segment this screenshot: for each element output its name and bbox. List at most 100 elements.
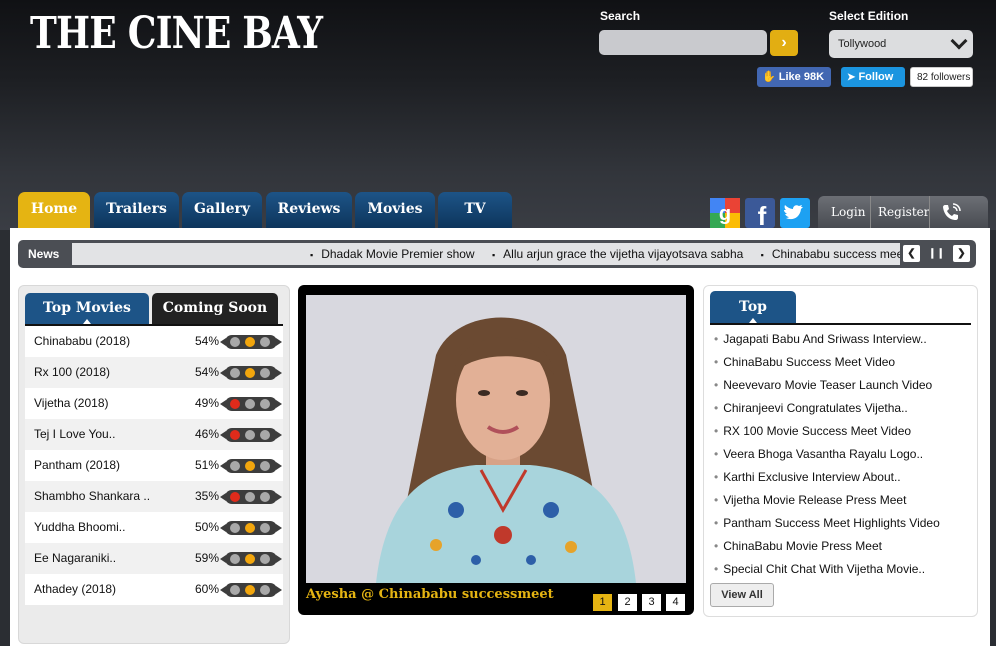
news-item[interactable]: Dhadak Movie Premier show xyxy=(310,247,475,261)
tab-tv[interactable]: TV xyxy=(438,192,512,228)
chevron-down-icon xyxy=(950,32,968,50)
news-ticker: Dhadak Movie Premier show Allu arjun gra… xyxy=(72,243,900,265)
traffic-light-icon xyxy=(220,335,282,349)
movie-rating: 59% xyxy=(195,551,220,565)
slider-page-button[interactable]: 1 xyxy=(593,594,612,611)
traffic-light-icon xyxy=(220,583,282,597)
featured-photo[interactable] xyxy=(306,295,686,583)
ticker-prev-button[interactable]: ❮ xyxy=(903,245,920,262)
traffic-light-icon xyxy=(220,552,282,566)
movie-row[interactable]: Vijetha (2018) 49% xyxy=(25,388,283,419)
movie-title[interactable]: Tej I Love You.. xyxy=(34,419,115,450)
story-item[interactable]: Karthi Exclusive Interview About.. xyxy=(714,469,940,492)
facebook-icon[interactable]: f xyxy=(745,198,775,231)
news-ticker-bar: News Dhadak Movie Premier show Allu arju… xyxy=(18,240,976,268)
traffic-light-icon xyxy=(220,397,282,411)
top-stories-panel: Top Stories Jagapati Babu And Sriwass In… xyxy=(703,285,978,617)
register-link[interactable]: Register xyxy=(878,196,929,228)
rating-bulb xyxy=(230,523,240,533)
story-item[interactable]: Pantham Success Meet Highlights Video xyxy=(714,515,940,538)
tab-reviews[interactable]: Reviews xyxy=(266,192,352,228)
svg-text:f: f xyxy=(758,201,767,228)
featured-caption[interactable]: Ayesha @ Chinababu successmeet xyxy=(306,587,554,602)
site-logo[interactable]: The Cine Bay xyxy=(30,8,323,59)
rating-bulb xyxy=(230,337,240,347)
movie-rating: 60% xyxy=(195,582,220,596)
news-item[interactable]: Allu arjun grace the vijetha vijayotsava… xyxy=(492,247,743,261)
movie-rating: 51% xyxy=(195,458,220,472)
movie-row[interactable]: Tej I Love You.. 46% xyxy=(25,419,283,450)
movie-rating: 54% xyxy=(195,334,220,348)
tab-trailers[interactable]: Trailers xyxy=(94,192,179,228)
movie-title[interactable]: Pantham (2018) xyxy=(34,450,120,481)
story-item[interactable]: Special Chit Chat With Vijetha Movie.. xyxy=(714,561,940,584)
story-item[interactable]: RX 100 Movie Success Meet Video xyxy=(714,423,940,446)
twitter-icon[interactable] xyxy=(780,198,810,228)
view-all-button[interactable]: View All xyxy=(710,583,774,607)
edition-label: Select Edition xyxy=(829,9,909,23)
story-item[interactable]: Chiranjeevi Congratulates Vijetha.. xyxy=(714,400,940,423)
ticker-pause-button[interactable]: ❙❙ xyxy=(928,245,945,262)
movie-rating: 35% xyxy=(195,489,220,503)
traffic-light-icon xyxy=(220,490,282,504)
account-bar: Login Register xyxy=(818,196,988,228)
story-item[interactable]: Neevevaro Movie Teaser Launch Video xyxy=(714,377,940,400)
story-item[interactable]: ChinaBabu Movie Press Meet xyxy=(714,538,940,561)
movie-title[interactable]: Ee Nagaraniki.. xyxy=(34,543,116,574)
movie-row[interactable]: Rx 100 (2018) 54% xyxy=(25,357,283,388)
movie-row[interactable]: Chinababu (2018) 54% xyxy=(25,326,283,357)
edition-select[interactable]: Tollywood xyxy=(829,30,973,58)
facebook-like-button[interactable]: ✋ Like 98K xyxy=(757,67,831,87)
movie-title[interactable]: Chinababu (2018) xyxy=(34,326,130,357)
story-list: Jagapati Babu And Sriwass Interview..Chi… xyxy=(714,331,940,584)
follow-label: Follow xyxy=(858,71,894,83)
movie-row[interactable]: Yuddha Bhoomi.. 50% xyxy=(25,512,283,543)
rating-bulb xyxy=(260,337,270,347)
story-item[interactable]: Veera Bhoga Vasantha Rayalu Logo.. xyxy=(714,446,940,469)
search-label: Search xyxy=(600,9,641,23)
movie-row[interactable]: Pantham (2018) 51% xyxy=(25,450,283,481)
news-label: News xyxy=(28,247,60,261)
story-item[interactable]: Jagapati Babu And Sriwass Interview.. xyxy=(714,331,940,354)
twitter-bird-icon: ➤ xyxy=(847,72,856,83)
movie-title[interactable]: Shambho Shankara .. xyxy=(34,481,150,512)
search-submit-button[interactable]: › xyxy=(770,30,798,56)
tab-top-movies[interactable]: Top Movies xyxy=(25,293,149,324)
tab-gallery[interactable]: Gallery xyxy=(182,192,262,228)
google-plus-icon[interactable]: g xyxy=(710,198,740,228)
rating-bulb xyxy=(245,523,255,533)
rating-bulb xyxy=(245,337,255,347)
rating-bulb xyxy=(245,585,255,595)
slider-page-button[interactable]: 3 xyxy=(642,594,661,611)
movie-row[interactable]: Ee Nagaraniki.. 59% xyxy=(25,543,283,574)
story-item[interactable]: Vijetha Movie Release Press Meet xyxy=(714,492,940,515)
movie-title[interactable]: Yuddha Bhoomi.. xyxy=(34,512,125,543)
top-stories-tab[interactable]: Top Stories xyxy=(710,291,796,347)
movie-row[interactable]: Shambho Shankara .. 35% xyxy=(25,481,283,512)
tab-movies[interactable]: Movies xyxy=(355,192,435,228)
rating-bulb xyxy=(260,554,270,564)
phone-icon[interactable] xyxy=(940,196,962,228)
like-label: Like 98K xyxy=(778,71,825,83)
featured-slider: Ayesha @ Chinababu successmeet 1 2 3 4 xyxy=(298,285,694,615)
login-link[interactable]: Login xyxy=(831,196,865,228)
twitter-follow-button[interactable]: ➤ Follow xyxy=(841,67,905,87)
tab-coming-soon[interactable]: Coming Soon xyxy=(152,293,278,324)
rating-bulb xyxy=(260,368,270,378)
rating-bulb xyxy=(230,399,240,409)
movie-row[interactable]: Athadey (2018) 60% xyxy=(25,574,283,605)
ticker-next-button[interactable]: ❯ xyxy=(953,245,970,262)
traffic-light-icon xyxy=(220,428,282,442)
movie-title[interactable]: Athadey (2018) xyxy=(34,574,116,605)
story-item[interactable]: ChinaBabu Success Meet Video xyxy=(714,354,940,377)
traffic-light-icon xyxy=(220,521,282,535)
search-input[interactable] xyxy=(599,30,767,55)
movie-title[interactable]: Rx 100 (2018) xyxy=(34,357,110,388)
rating-bulb xyxy=(245,461,255,471)
slider-page-button[interactable]: 2 xyxy=(618,594,637,611)
tab-home[interactable]: Home xyxy=(18,192,90,228)
slider-page-button[interactable]: 4 xyxy=(666,594,685,611)
movie-title[interactable]: Vijetha (2018) xyxy=(34,388,109,419)
movie-rating: 50% xyxy=(195,520,220,534)
news-item[interactable]: Chinababu success meet xyxy=(761,247,900,261)
